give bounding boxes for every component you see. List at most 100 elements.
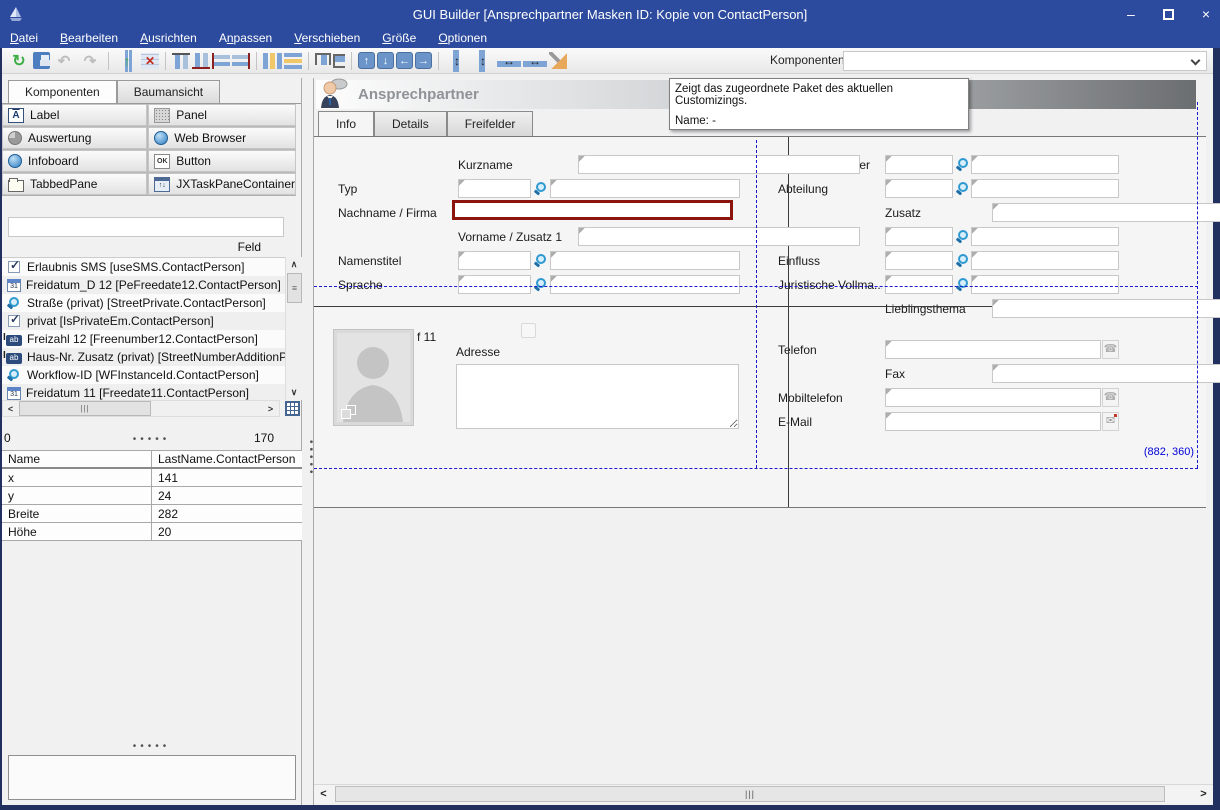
field-text-input[interactable] [971,275,1119,294]
field-input[interactable] [885,388,1101,407]
property-row[interactable]: Name LastName.ContactPerson [2,451,302,469]
scroll-left-icon[interactable]: < [3,401,18,416]
component-button[interactable]: Auswertung [2,127,147,149]
field-list-item[interactable]: Haus-Nr. Zusatz (privat) [StreetNumberAd… [2,348,285,366]
field-list-item[interactable]: Workflow-ID [WFInstanceId.ContactPerson] [2,366,285,384]
field-input[interactable] [885,412,1101,431]
toolbar-icon[interactable]: ↔ [523,50,547,72]
menu-item[interactable]: Größe [382,31,416,45]
menu-item[interactable]: Anpassen [219,31,272,45]
property-value[interactable]: 141 [152,471,302,485]
property-row[interactable]: Höhe 20 [2,523,302,541]
form-tab[interactable]: Details [374,111,447,136]
toolbar-icon[interactable]: ↻ [7,50,31,72]
toolbar-icon[interactable] [438,52,439,70]
field-list-item[interactable]: Erlaubnis SMS [useSMS.ContactPerson] [2,258,285,276]
toolbar-icon[interactable]: ↕ [471,50,495,72]
scroll-down-icon[interactable]: ∨ [286,385,302,400]
toolbar-icon[interactable] [284,53,302,69]
field-input[interactable] [578,155,860,174]
phone-dial-icon[interactable] [1102,388,1119,407]
minimize-button[interactable]: – [1127,7,1135,21]
field-input[interactable] [992,364,1220,383]
lookup-search-icon[interactable] [532,276,548,294]
field-code-input[interactable] [885,155,953,174]
toolbar-icon[interactable]: ↔ [497,50,521,72]
vscroll-thumb[interactable]: ≡ [287,273,302,303]
field-code-input[interactable] [458,179,531,198]
field-text-input[interactable] [550,275,740,294]
toolbar-icon[interactable]: ↷ [78,50,102,72]
phone-dial-icon[interactable] [1102,340,1119,359]
toolbar-icon[interactable]: ↶ [52,50,76,72]
lookup-search-icon[interactable] [954,156,970,174]
component-button[interactable]: ↑↓ JXTaskPaneContainer [148,173,296,195]
toolbar-icon[interactable] [549,52,567,69]
toolbar-icon[interactable] [351,52,352,70]
lookup-search-icon[interactable] [954,180,970,198]
menu-item[interactable]: Verschieben [294,31,360,45]
field-text-input[interactable] [550,251,740,270]
toolbar-icon[interactable] [315,53,331,65]
field-text-input[interactable] [971,251,1119,270]
toolbar-icon[interactable] [108,52,109,70]
field-search-input[interactable] [8,217,284,237]
komponenten-combobox[interactable] [843,51,1207,71]
property-value[interactable]: LastName.ContactPerson [152,452,302,466]
toolbar-icon[interactable]: ↓ [377,52,394,69]
maximize-button[interactable] [1163,9,1174,20]
field-code-input[interactable] [885,251,953,270]
field-input[interactable] [578,227,860,246]
lookup-search-icon[interactable] [532,252,548,270]
selected-field-input[interactable] [452,200,733,220]
toolbar-icon[interactable] [256,52,257,70]
hscroll-thumb[interactable]: ||| [19,401,151,416]
canvas-hscrollbar[interactable]: < ||| > [314,784,1213,803]
lookup-search-icon[interactable] [954,228,970,246]
field-list-item[interactable]: Freidatum 11 [Freedate11.ContactPerson] [2,384,285,400]
component-button[interactable]: Panel [148,104,296,126]
field-input[interactable] [992,299,1220,318]
field-list-vscrollbar[interactable]: ∧ ≡ ∨ [285,257,302,400]
lookup-search-icon[interactable] [954,252,970,270]
panel-splitter[interactable]: ••••• [303,78,313,805]
menu-item[interactable]: Datei [10,31,38,45]
toolbar-icon[interactable] [333,54,345,68]
horizontal-splitter-handle[interactable]: ••••• [2,434,301,445]
menu-item[interactable]: Bearbeiten [60,31,118,45]
lookup-search-icon[interactable] [954,276,970,294]
property-value[interactable]: 20 [152,525,302,539]
toolbar-icon[interactable] [165,52,166,70]
toolbar-icon[interactable] [172,53,190,69]
left-panel-tab[interactable]: Komponenten [8,80,117,103]
field-code-input[interactable] [885,179,953,198]
toolbar-icon[interactable]: ↑ [115,50,139,72]
field-list-item[interactable]: Freidatum_D 12 [PeFreedate12.ContactPers… [2,276,285,294]
field-input[interactable] [885,340,1101,359]
canvas-hscroll-thumb[interactable]: ||| [335,786,1165,802]
property-row[interactable]: y 24 [2,487,302,505]
field-filter-label[interactable]: Feld [238,240,261,254]
field-code-input[interactable] [885,227,953,246]
property-value[interactable]: 24 [152,489,302,503]
field-text-input[interactable] [971,179,1119,198]
property-row[interactable]: Breite 282 [2,505,302,523]
scroll-right-icon[interactable]: > [263,401,278,416]
lookup-search-icon[interactable] [532,180,548,198]
field-code-input[interactable] [458,251,531,270]
address-checkbox[interactable] [521,323,536,338]
toolbar-icon[interactable]: ↑ [358,52,375,69]
address-textarea[interactable] [456,364,739,429]
close-button[interactable]: × [1202,7,1210,21]
field-list-item[interactable]: privat [IsPrivateEm.ContactPerson] [2,312,285,330]
component-button[interactable]: Infoboard [2,150,147,172]
component-button[interactable]: Web Browser [148,127,296,149]
component-button[interactable]: TabbedPane [2,173,147,195]
toolbar-icon[interactable]: ✕ [141,53,159,69]
toolbar-icon[interactable]: ↕ [445,50,469,72]
property-row[interactable]: x 141 [2,469,302,487]
scroll-up-icon[interactable]: ∧ [286,257,302,272]
toolbar-icon[interactable] [33,52,50,69]
field-text-input[interactable] [550,179,740,198]
field-code-input[interactable] [458,275,531,294]
